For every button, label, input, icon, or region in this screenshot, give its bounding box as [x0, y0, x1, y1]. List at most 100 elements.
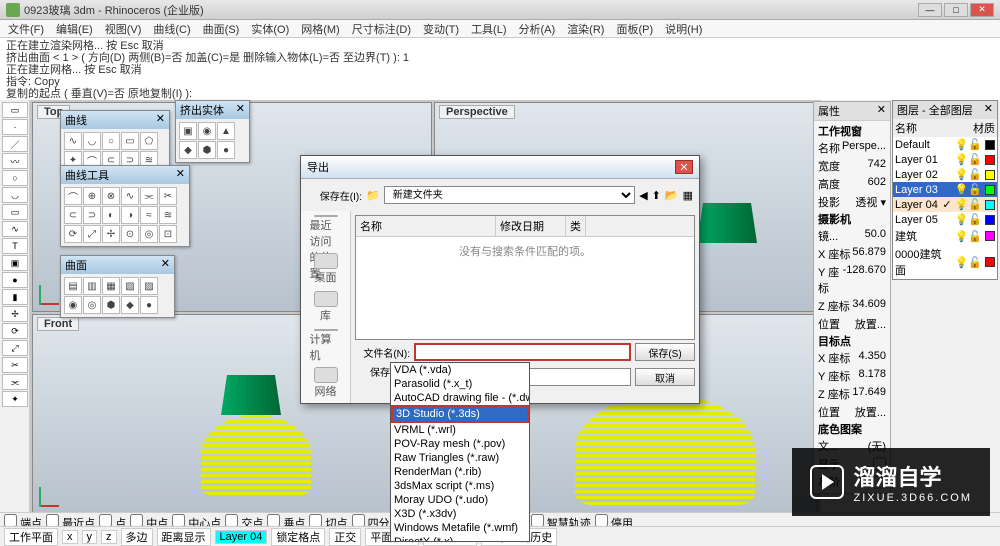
layer-row[interactable]: Layer 02💡🔓	[893, 167, 997, 182]
tool-icon[interactable]: ◉	[64, 296, 82, 314]
menu-mesh[interactable]: 网格(M)	[297, 21, 344, 37]
join-icon[interactable]: ⫘	[2, 374, 28, 390]
tool-icon[interactable]: ▭	[121, 132, 139, 150]
back-icon[interactable]: ◀	[639, 189, 647, 202]
point-icon[interactable]: ·	[2, 119, 28, 135]
scale-icon[interactable]: ⤢	[2, 340, 28, 356]
tool-icon[interactable]: ◆	[179, 141, 197, 159]
panel-close-icon[interactable]: ✕	[877, 103, 886, 119]
filetype-dropdown[interactable]: VDA (*.vda) Parasolid (*.x_t) AutoCAD dr…	[390, 362, 530, 542]
menu-edit[interactable]: 编辑(E)	[52, 21, 97, 37]
tool-icon[interactable]: ◐	[102, 206, 120, 224]
tool-icon[interactable]: ▲	[217, 122, 235, 140]
tool-icon[interactable]: ⊡	[159, 225, 177, 243]
props-tab[interactable]: 工作视窗	[818, 123, 886, 139]
tool-icon[interactable]: ⬢	[198, 141, 216, 159]
menu-surface[interactable]: 曲面(S)	[199, 21, 244, 37]
tool-icon[interactable]: ▦	[102, 277, 120, 295]
tool-icon[interactable]: ○	[102, 132, 120, 150]
text-icon[interactable]: T	[2, 238, 28, 254]
tool-icon[interactable]: ⟳	[64, 225, 82, 243]
status-cplane[interactable]: 工作平面	[4, 528, 58, 546]
menu-dim[interactable]: 尺寸标注(D)	[348, 21, 415, 37]
box-icon[interactable]: ▣	[2, 255, 28, 271]
tool-icon[interactable]: ◆	[121, 296, 139, 314]
status-dist[interactable]: 距离显示	[157, 528, 211, 546]
line-icon[interactable]: ／	[2, 136, 28, 152]
move-icon[interactable]: ✢	[2, 306, 28, 322]
status-layer[interactable]: Layer 04	[215, 530, 268, 544]
menu-help[interactable]: 说明(H)	[661, 21, 706, 37]
palette-close-icon[interactable]: ✕	[176, 167, 185, 183]
newfolder-icon[interactable]: 📂	[665, 189, 679, 202]
tool-icon[interactable]: ◑	[121, 206, 139, 224]
nav-desktop[interactable]: 桌面	[310, 253, 342, 285]
menu-solid[interactable]: 实体(O)	[247, 21, 293, 37]
explode-icon[interactable]: ✦	[2, 391, 28, 407]
tool-icon[interactable]: ◎	[140, 225, 158, 243]
menu-analyze[interactable]: 分析(A)	[515, 21, 560, 37]
up-icon[interactable]: ⬆	[652, 189, 661, 202]
cancel-button[interactable]: 取消	[635, 368, 695, 386]
curve-icon[interactable]: ∿	[2, 221, 28, 237]
close-button[interactable]: ✕	[970, 3, 994, 17]
maximize-button[interactable]: □	[944, 3, 968, 17]
tool-icon[interactable]: ⤢	[83, 225, 101, 243]
menu-tools[interactable]: 工具(L)	[467, 21, 510, 37]
palette-title[interactable]: 曲线	[65, 112, 87, 128]
layer-row[interactable]: Layer 03💡🔓	[893, 182, 997, 197]
trim-icon[interactable]: ✂	[2, 357, 28, 373]
layer-row[interactable]: Layer 04✓ 💡🔓	[893, 197, 997, 212]
arc-icon[interactable]: ◡	[2, 187, 28, 203]
tool-icon[interactable]: ◉	[198, 122, 216, 140]
filename-input[interactable]	[414, 343, 631, 361]
tool-icon[interactable]: ⊗	[102, 187, 120, 205]
tool-icon[interactable]: ▥	[83, 277, 101, 295]
rotate-icon[interactable]: ⟳	[2, 323, 28, 339]
palette-title[interactable]: 挤出实体	[180, 102, 224, 118]
menu-view[interactable]: 视图(V)	[101, 21, 146, 37]
tool-icon[interactable]: ◎	[83, 296, 101, 314]
tool-icon[interactable]: ∿	[121, 187, 139, 205]
tool-icon[interactable]: ✂	[159, 187, 177, 205]
file-list[interactable]: 名称修改日期类 没有与搜索条件匹配的项。	[355, 215, 695, 340]
save-button[interactable]: 保存(S)	[635, 343, 695, 361]
status-gridsnap[interactable]: 锁定格点	[271, 528, 325, 546]
tool-icon[interactable]: ▣	[179, 122, 197, 140]
tool-icon[interactable]: ✢	[102, 225, 120, 243]
menu-panel[interactable]: 面板(P)	[612, 21, 657, 37]
nav-network[interactable]: 网络	[310, 367, 342, 399]
palette-close-icon[interactable]: ✕	[161, 257, 170, 273]
tool-icon[interactable]: ⊙	[121, 225, 139, 243]
minimize-button[interactable]: —	[918, 3, 942, 17]
layer-row[interactable]: Layer 01💡🔓	[893, 152, 997, 167]
nav-library[interactable]: 库	[310, 291, 342, 323]
tool-icon[interactable]: ▧	[121, 277, 139, 295]
tool-icon[interactable]: ▤	[64, 277, 82, 295]
dialog-close-button[interactable]: ✕	[675, 160, 693, 174]
tool-icon[interactable]: ⌒	[64, 187, 82, 205]
dropdown-selected[interactable]: 3D Studio (*.3ds)	[391, 405, 529, 423]
palette-title[interactable]: 曲面	[65, 257, 87, 273]
tool-icon[interactable]: ≈	[140, 206, 158, 224]
palette-close-icon[interactable]: ✕	[156, 112, 165, 128]
tool-icon[interactable]: ⊕	[83, 187, 101, 205]
select-icon[interactable]: ▭	[2, 102, 28, 118]
folder-select[interactable]: 新建文件夹	[384, 186, 636, 204]
palette-close-icon[interactable]: ✕	[236, 102, 245, 118]
menu-transform[interactable]: 变动(T)	[419, 21, 463, 37]
view-icon[interactable]: ▦	[683, 189, 693, 202]
menu-render[interactable]: 渲染(R)	[563, 21, 608, 37]
tool-icon[interactable]: ●	[217, 141, 235, 159]
rect-icon[interactable]: ▭	[2, 204, 28, 220]
tool-icon[interactable]: ∿	[64, 132, 82, 150]
layer-row[interactable]: 0000建筑面💡🔓	[893, 245, 997, 279]
layer-row[interactable]: Layer 05💡🔓	[893, 212, 997, 227]
layer-row[interactable]: Default💡🔓	[893, 137, 997, 152]
tool-icon[interactable]: ⊂	[64, 206, 82, 224]
tool-icon[interactable]: ⫘	[140, 187, 158, 205]
panel-close-icon[interactable]: ✕	[984, 102, 993, 118]
cyl-icon[interactable]: ▮	[2, 289, 28, 305]
sphere-icon[interactable]: ●	[2, 272, 28, 288]
menu-file[interactable]: 文件(F)	[4, 21, 48, 37]
